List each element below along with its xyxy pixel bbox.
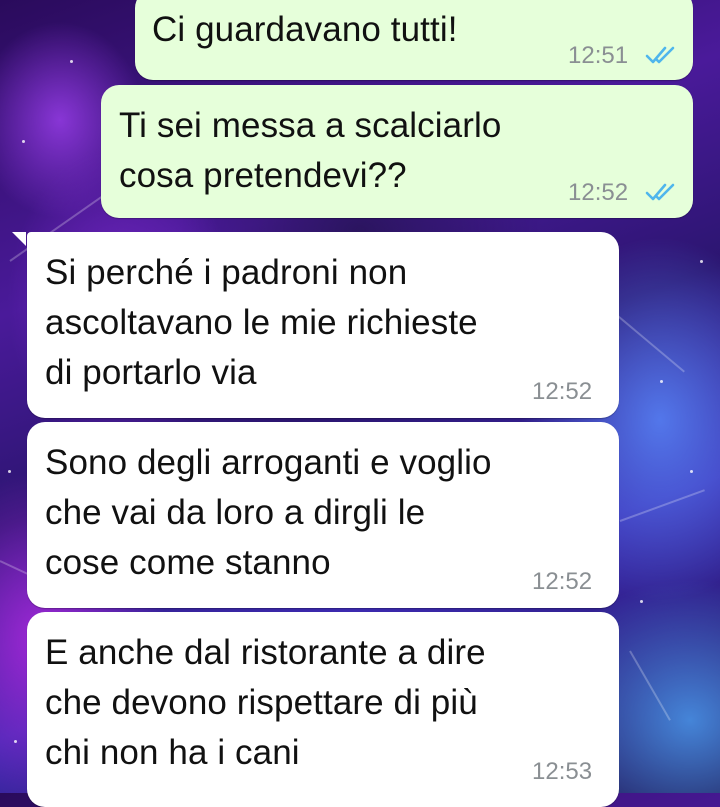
message-text: Ci guardavano tutti! [152, 10, 458, 49]
message-time: 12:52 [568, 179, 629, 206]
message-bubble-incoming[interactable]: Si perché i padroni non ascoltavano le m… [27, 232, 619, 418]
message-time: 12:53 [532, 758, 593, 785]
message-text: Si perché i padroni non ascoltavano le m… [45, 253, 478, 392]
double-check-read-icon [645, 46, 675, 64]
message-text: E anche dal ristorante a dire che devono… [45, 633, 486, 772]
message-bubble-outgoing[interactable]: Ti sei messa a scalciarlo cosa pretendev… [101, 85, 693, 218]
message-bubble-incoming[interactable]: E anche dal ristorante a dire che devono… [27, 612, 619, 807]
message-time: 12:51 [568, 42, 629, 69]
message-text: Sono degli arroganti e voglio che vai da… [45, 443, 492, 582]
message-text: Ti sei messa a scalciarlo cosa pretendev… [119, 106, 502, 195]
message-bubble-incoming[interactable]: Sono degli arroganti e voglio che vai da… [27, 422, 619, 608]
bubble-tail [12, 232, 26, 246]
message-time: 12:52 [532, 378, 593, 405]
double-check-read-icon [645, 183, 675, 201]
message-bubble-outgoing[interactable]: Ci guardavano tutti! 12:51 [135, 0, 693, 80]
message-time: 12:52 [532, 568, 593, 595]
